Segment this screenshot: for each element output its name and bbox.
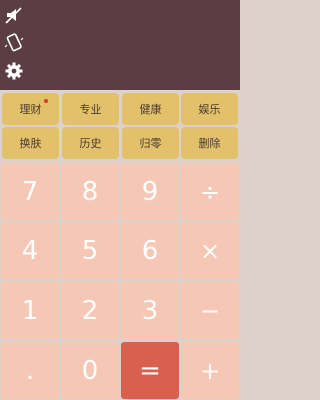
entertainment-label: 娱乐 <box>198 103 221 116</box>
finance-button[interactable]: 理财 <box>2 93 59 125</box>
digit-2-label: 2 <box>81 295 99 326</box>
digit-4-label: 4 <box>21 235 39 266</box>
professional-label: 专业 <box>79 103 102 116</box>
health-button[interactable]: 健康 <box>122 93 179 125</box>
subtract-label: − <box>199 296 221 325</box>
function-row: 换肤 历史 归零 删除 <box>0 127 240 161</box>
digit-3-key[interactable]: 3 <box>121 282 179 339</box>
digit-2-key[interactable]: 2 <box>61 282 119 339</box>
function-row: 理财 专业 健康 娱乐 <box>0 93 240 127</box>
speaker-mute-icon[interactable] <box>4 5 24 25</box>
clear-label: 归零 <box>139 137 162 150</box>
add-label: + <box>199 356 221 385</box>
digit-5-label: 5 <box>81 235 99 266</box>
delete-label: 删除 <box>198 137 221 150</box>
phone-vibrate-icon[interactable] <box>4 33 24 53</box>
finance-label: 理财 <box>19 103 42 116</box>
digit-7-label: 7 <box>21 176 39 207</box>
entertainment-button[interactable]: 娱乐 <box>181 93 238 125</box>
multiply-key[interactable]: × <box>181 222 239 279</box>
health-label: 健康 <box>139 103 162 116</box>
delete-button[interactable]: 删除 <box>181 127 238 159</box>
digit-1-label: 1 <box>21 295 39 326</box>
decimal-point-label: . <box>25 355 35 386</box>
add-key[interactable]: + <box>181 342 239 399</box>
digit-8-key[interactable]: 8 <box>61 163 119 220</box>
history-label: 历史 <box>79 137 102 150</box>
professional-button[interactable]: 专业 <box>62 93 119 125</box>
digit-1-key[interactable]: 1 <box>1 282 59 339</box>
change-skin-button[interactable]: 换肤 <box>2 127 59 159</box>
settings-gear-icon[interactable] <box>4 61 24 81</box>
decimal-point-key[interactable]: . <box>1 342 59 399</box>
digit-4-key[interactable]: 4 <box>1 222 59 279</box>
digit-6-key[interactable]: 6 <box>121 222 179 279</box>
notification-dot <box>44 99 48 103</box>
digit-3-label: 3 <box>141 295 159 326</box>
subtract-key[interactable]: − <box>181 282 239 339</box>
divide-key[interactable]: ÷ <box>181 163 239 220</box>
clear-button[interactable]: 归零 <box>122 127 179 159</box>
equals-label: = <box>139 355 161 386</box>
equals-key[interactable]: = <box>121 342 179 399</box>
change-skin-label: 换肤 <box>19 137 42 150</box>
divide-label: ÷ <box>199 177 221 206</box>
history-button[interactable]: 历史 <box>62 127 119 159</box>
digit-9-key[interactable]: 9 <box>121 163 179 220</box>
digit-6-label: 6 <box>141 235 159 266</box>
digit-7-key[interactable]: 7 <box>1 163 59 220</box>
result-display <box>0 0 240 90</box>
digit-0-key[interactable]: 0 <box>61 342 119 399</box>
digit-8-label: 8 <box>81 176 99 207</box>
multiply-label: × <box>199 236 221 265</box>
digit-5-key[interactable]: 5 <box>61 222 119 279</box>
digit-0-label: 0 <box>81 355 99 386</box>
digit-9-label: 9 <box>141 176 159 207</box>
